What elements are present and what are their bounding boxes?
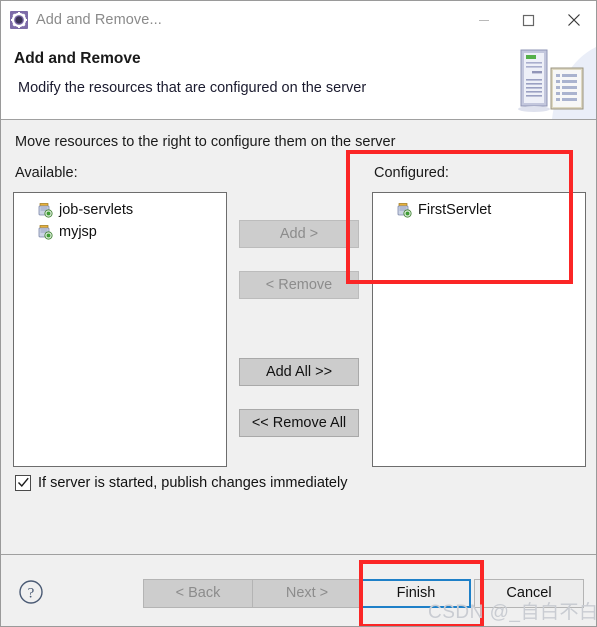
- window-title: Add and Remove...: [36, 12, 162, 28]
- title-bar: Add and Remove...: [1, 1, 596, 39]
- add-button[interactable]: Add >: [239, 220, 359, 248]
- page-title: Add and Remove: [14, 50, 141, 67]
- list-item[interactable]: FirstServlet: [373, 199, 585, 221]
- close-icon[interactable]: [551, 1, 596, 39]
- publish-immediately-checkbox[interactable]: If server is started, publish changes im…: [15, 475, 347, 491]
- checkbox-box[interactable]: [15, 475, 31, 491]
- list-item[interactable]: myjsp: [14, 221, 226, 243]
- dialog-header: Add and Remove Modify the resources that…: [1, 39, 596, 119]
- server-gear-icon: [10, 11, 28, 29]
- web-module-icon: [37, 202, 53, 218]
- finish-button[interactable]: Finish: [361, 579, 471, 608]
- next-button[interactable]: Next >: [252, 579, 362, 608]
- checkbox-label: If server is started, publish changes im…: [38, 475, 348, 491]
- add-all-button[interactable]: Add All >>: [239, 358, 359, 386]
- remove-button[interactable]: < Remove: [239, 271, 359, 299]
- help-question-icon[interactable]: ?: [18, 579, 44, 605]
- instruction-text: Move resources to the right to configure…: [15, 134, 396, 150]
- maximize-icon[interactable]: [506, 1, 551, 39]
- remove-all-button[interactable]: << Remove All: [239, 409, 359, 437]
- available-list[interactable]: job-servlets myjsp: [13, 192, 227, 467]
- minimize-icon[interactable]: [461, 1, 506, 39]
- cancel-button[interactable]: Cancel: [474, 579, 584, 608]
- available-label: Available:: [15, 165, 78, 181]
- list-item-label: job-servlets: [59, 202, 134, 218]
- window-controls: [461, 1, 596, 39]
- list-item[interactable]: job-servlets: [14, 199, 226, 221]
- list-item-label: FirstServlet: [418, 202, 492, 218]
- web-module-icon: [396, 202, 412, 218]
- dialog-body: Move resources to the right to configure…: [1, 120, 596, 554]
- page-subtitle: Modify the resources that are configured…: [18, 80, 367, 96]
- configured-label: Configured:: [374, 165, 449, 181]
- list-item-label: myjsp: [59, 224, 97, 240]
- web-module-icon: [37, 224, 53, 240]
- dialog-footer: ? < Back Next > Finish Cancel: [1, 555, 596, 626]
- server-and-document-icon: [504, 39, 596, 119]
- svg-text:?: ?: [28, 586, 35, 602]
- back-button[interactable]: < Back: [143, 579, 253, 608]
- configured-list[interactable]: FirstServlet: [372, 192, 586, 467]
- add-and-remove-dialog: Add and Remove... Add and Remove Modify …: [0, 0, 597, 627]
